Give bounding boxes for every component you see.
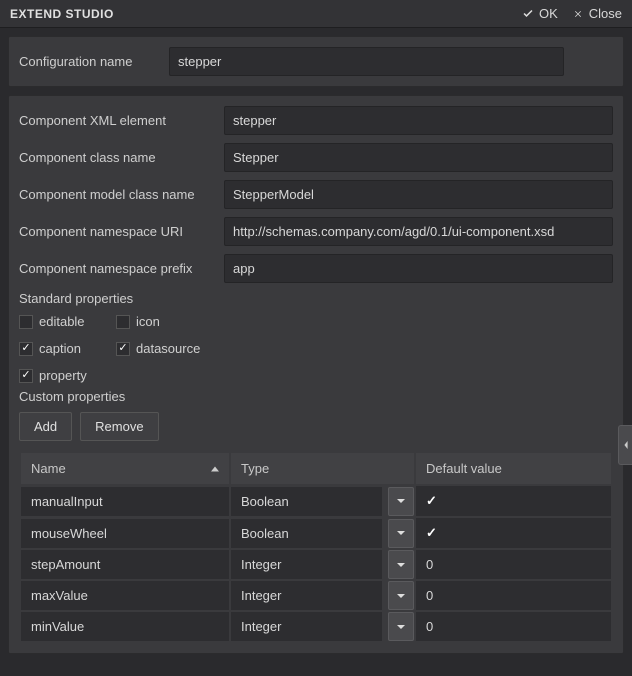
checkbox-label: property	[39, 368, 87, 383]
model-class-label: Component model class name	[19, 187, 224, 202]
titlebar: EXTEND STUDIO OK Close	[0, 0, 632, 28]
table-row[interactable]: stepAmountInteger 0	[20, 549, 612, 580]
ns-uri-label: Component namespace URI	[19, 224, 224, 239]
close-button[interactable]: Close	[572, 6, 622, 21]
close-icon	[572, 8, 584, 20]
table-row[interactable]: minValueInteger 0	[20, 611, 612, 642]
config-panel: Configuration name	[8, 36, 624, 87]
remove-button[interactable]: Remove	[80, 412, 158, 441]
checkbox-box[interactable]	[19, 369, 33, 383]
type-dropdown-button[interactable]	[388, 550, 414, 579]
prop-name-cell[interactable]: minValue	[21, 612, 229, 641]
type-dropdown-button[interactable]	[388, 581, 414, 610]
xml-element-label: Component XML element	[19, 113, 224, 128]
table-row[interactable]: mouseWheelBoolean ✓	[20, 517, 612, 549]
close-label: Close	[589, 6, 622, 21]
prop-name-cell[interactable]: manualInput	[21, 487, 229, 516]
prop-type-cell[interactable]: Integer	[231, 581, 382, 610]
chevron-down-icon	[396, 622, 406, 632]
prop-name-cell[interactable]: maxValue	[21, 581, 229, 610]
standard-properties-grid: editable icon caption datasource property	[19, 314, 613, 383]
model-class-input[interactable]	[224, 180, 613, 209]
checkbox-label: editable	[39, 314, 85, 329]
prop-default-cell[interactable]: 0	[416, 550, 611, 579]
checkbox-label: icon	[136, 314, 160, 329]
prop-default-cell[interactable]: ✓	[416, 486, 611, 516]
type-dropdown-button[interactable]	[388, 519, 414, 548]
chevron-down-icon	[396, 496, 406, 506]
config-name-label: Configuration name	[19, 54, 169, 69]
sort-asc-icon	[211, 466, 219, 471]
checkbox-editable[interactable]: editable	[19, 314, 94, 329]
ns-uri-input[interactable]	[224, 217, 613, 246]
prop-default-cell[interactable]: ✓	[416, 518, 611, 548]
prop-default-cell[interactable]: 0	[416, 581, 611, 610]
chevron-down-icon	[396, 591, 406, 601]
standard-properties-title: Standard properties	[19, 291, 613, 306]
prop-name-cell[interactable]: mouseWheel	[21, 519, 229, 548]
checkbox-datasource[interactable]: datasource	[116, 341, 200, 356]
table-row[interactable]: manualInputBoolean ✓	[20, 485, 612, 517]
ns-prefix-label: Component namespace prefix	[19, 261, 224, 276]
type-dropdown-button[interactable]	[388, 487, 414, 516]
config-name-input[interactable]	[169, 47, 564, 76]
check-icon	[522, 8, 534, 20]
checkbox-property[interactable]: property	[19, 368, 94, 383]
prop-type-cell[interactable]: Integer	[231, 550, 382, 579]
checkbox-label: datasource	[136, 341, 200, 356]
side-panel-toggle[interactable]	[618, 425, 632, 465]
add-button[interactable]: Add	[19, 412, 72, 441]
dialog-title: EXTEND STUDIO	[10, 7, 508, 21]
prop-default-cell[interactable]: 0	[416, 612, 611, 641]
custom-properties-title: Custom properties	[19, 389, 613, 404]
table-row[interactable]: maxValueInteger 0	[20, 580, 612, 611]
ok-label: OK	[539, 6, 558, 21]
checkbox-box[interactable]	[19, 315, 33, 329]
class-name-label: Component class name	[19, 150, 224, 165]
checkbox-label: caption	[39, 341, 81, 356]
component-panel: Component XML element Component class na…	[8, 95, 624, 654]
column-header-default[interactable]: Default value	[416, 453, 611, 484]
check-icon: ✓	[426, 493, 437, 509]
ok-button[interactable]: OK	[522, 6, 558, 21]
prop-name-cell[interactable]: stepAmount	[21, 550, 229, 579]
type-dropdown-button[interactable]	[388, 612, 414, 641]
prop-type-cell[interactable]: Integer	[231, 612, 382, 641]
prop-type-cell[interactable]: Boolean	[231, 519, 382, 548]
column-header-name[interactable]: Name	[21, 453, 229, 484]
chevron-down-icon	[396, 560, 406, 570]
column-header-type[interactable]: Type	[231, 453, 414, 484]
checkbox-icon[interactable]: icon	[116, 314, 191, 329]
chevron-left-icon	[622, 440, 630, 450]
check-icon: ✓	[426, 525, 437, 541]
xml-element-input[interactable]	[224, 106, 613, 135]
checkbox-box[interactable]	[116, 315, 130, 329]
chevron-down-icon	[396, 528, 406, 538]
class-name-input[interactable]	[224, 143, 613, 172]
checkbox-caption[interactable]: caption	[19, 341, 94, 356]
prop-type-cell[interactable]: Boolean	[231, 487, 382, 516]
checkbox-box[interactable]	[19, 342, 33, 356]
checkbox-box[interactable]	[116, 342, 130, 356]
ns-prefix-input[interactable]	[224, 254, 613, 283]
custom-properties-table: Name Type Default value manualInputBoole…	[19, 451, 613, 643]
